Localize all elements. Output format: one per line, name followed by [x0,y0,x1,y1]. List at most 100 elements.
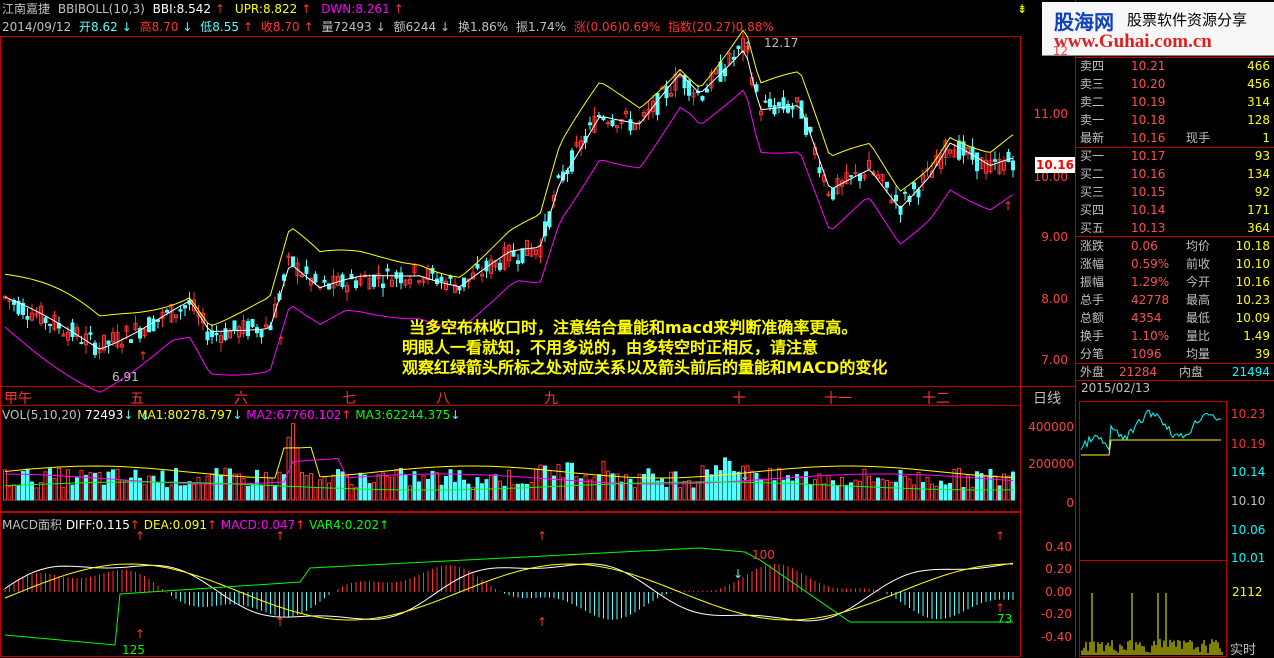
quote-row[interactable]: 卖一 10.18 128 [1079,111,1273,129]
volume-bar [885,480,889,501]
quote-row-price: 0.06 [1131,239,1158,253]
volume-bar [588,479,592,501]
intraday-price-line [1080,409,1222,452]
stock-name[interactable]: 江南嘉捷 [2,2,50,16]
realtime-tab[interactable]: 实时 [1230,639,1256,658]
volume-bar [817,473,822,501]
quote-row[interactable]: 卖三 10.20 456 [1079,75,1273,93]
volume-bar [570,462,574,501]
candle-body [475,264,480,269]
change-value: 涨(0.06)0.69% [573,20,661,34]
volume-bar [808,484,813,501]
quote-row-label-2: 今开 [1186,275,1211,289]
peak-arrow-icon: ↑ [743,39,753,53]
volume-bar [79,469,84,501]
quote-row-value: 466 [1247,59,1270,73]
quote-row-price: 10.16 [1131,167,1166,181]
volume-bar [250,483,255,501]
quote-row[interactable]: 涨幅 0.59% 前收 10.10 [1079,255,1273,273]
volume-bar [988,469,993,501]
volume-bar [178,485,183,501]
volume-bar [318,479,322,501]
quote-header: 2014/09/12 开8.62 ↓ 高8.70 ↓ 低8.55 ↑ 收8.70 ↑ 量… [2,19,778,35]
volume-bar [75,477,79,501]
quote-row[interactable]: 最新 10.16 现手 1 [1079,129,1273,147]
up-arrow-icon: ↑ [341,408,352,422]
volume-bar [732,470,736,501]
candle-body [556,175,561,178]
indicator-name[interactable]: BBIBOLL(10,3) [58,2,145,16]
volume-bar [750,470,754,501]
macd-label-125: 125 [122,643,145,657]
quote-row-value: 456 [1247,77,1270,91]
quote-row-label-2: 最低 [1186,311,1211,325]
volume-bar [300,472,304,501]
index-change-value: 指数(20.27)0.88% [667,20,774,34]
candle-body [903,191,907,194]
outer-label: 外盘 [1080,365,1105,379]
quote-row-value: 1 [1262,131,1270,145]
candle-body [165,309,169,313]
macd-axis-label: 0.20 [1045,562,1072,576]
volume-bar [498,480,502,501]
open-value: 开8.62 [79,20,118,34]
volume-bar [705,469,709,501]
volume-bar [399,467,403,501]
quote-row[interactable]: 买五 10.13 364 [1079,219,1273,237]
down-arrow-icon: ↓ [733,567,743,581]
quote-row-value: 39 [1254,347,1270,361]
candle-body [178,309,183,312]
volume-bar [934,485,939,501]
candle-body [1011,160,1015,171]
volume-bar [187,481,192,501]
volume-bar [313,487,318,501]
volume-bar [858,480,862,501]
quote-row[interactable]: 买四 10.14 171 [1079,201,1273,219]
vol-title[interactable]: VOL(5,10,20) [2,408,81,422]
quote-row[interactable]: 涨跌 0.06 均价 10.18 [1079,237,1273,255]
volume-bar [673,471,678,501]
annotation-line-3: 观察红绿箭头所标之处对应关系以及箭头前后的量能和MACD的变化 [402,358,888,377]
candle-body [718,61,723,82]
macd-title[interactable]: MACD面积 [2,518,62,532]
quote-row[interactable]: 买一 10.17 93 [1079,147,1273,165]
quote-row[interactable]: 振幅 1.29% 今开 10.16 [1079,273,1273,291]
volume-bar [907,478,912,501]
dwn-value: DWN:8.261 [321,2,390,16]
macd-label-73: 73 [997,612,1013,626]
down-arrow-icon: ↓ [375,20,386,34]
quote-row-value: 364 [1247,221,1270,235]
volume-bar [826,474,831,501]
volume-bar [543,465,547,501]
quote-row[interactable]: 买三 10.15 92 [1079,183,1273,201]
candle-body [975,152,979,172]
quote-row[interactable]: 买二 10.16 134 [1079,165,1273,183]
volume-bar [831,480,835,501]
candle-body [885,181,889,188]
macd-axis-label: -0.40 [1040,630,1072,644]
quote-row[interactable]: 卖四 10.21 466 [1079,57,1273,75]
volume-bar [196,476,201,501]
price-axis-label: 7.00 [1041,353,1068,367]
quote-row[interactable]: 总手 42778 最高 10.23 [1079,291,1273,309]
quote-row[interactable]: 分笔 1096 均量 39 [1079,345,1273,363]
volume-bar [966,475,970,501]
quote-row-label: 卖三 [1080,77,1105,91]
quote-row-label: 买五 [1080,221,1105,235]
quote-row[interactable]: 换手 1.10% 量比 1.49 [1079,327,1273,345]
quote-row-value: 10.10 [1235,257,1270,271]
quote-row[interactable]: 总额 4354 最低 10.09 [1079,309,1273,327]
candle-body [205,331,210,341]
volume-bar [16,485,21,501]
quote-row-label: 总手 [1080,293,1105,307]
volume-bar [268,477,273,501]
candle-body [601,116,606,121]
scroll-anchor-icon[interactable]: ⇟ [1017,2,1027,16]
volume-bar [354,487,358,501]
volume-bar [610,473,615,501]
volume-bar [795,474,799,501]
volume-bar [57,467,61,501]
quote-row[interactable]: 卖二 10.19 314 [1079,93,1273,111]
candle-body [777,102,781,107]
volume-bar [484,479,489,501]
